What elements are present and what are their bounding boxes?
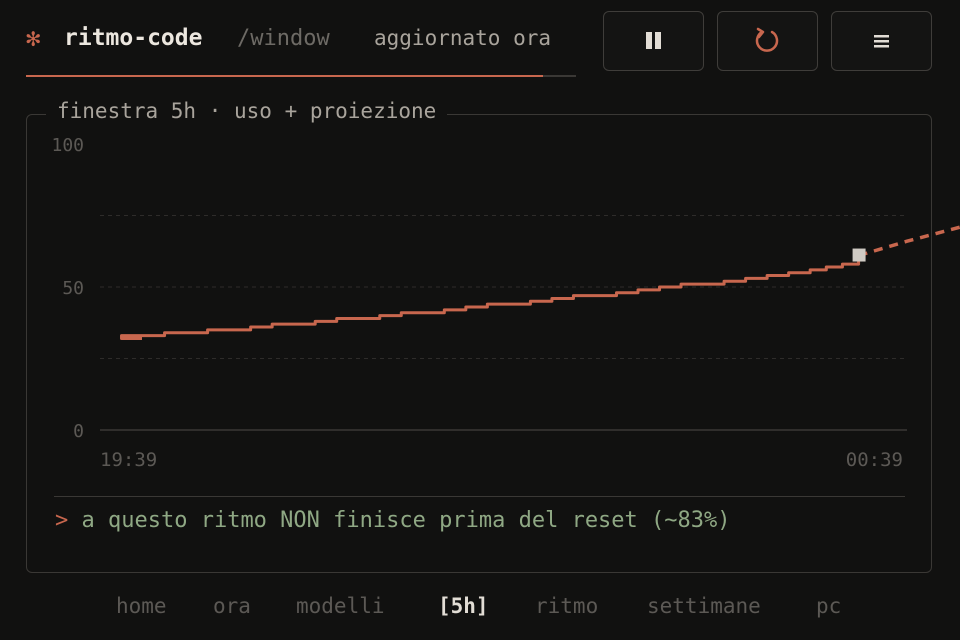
x-tick-label: 00:39 [846, 449, 903, 471]
x-tick-label: 19:39 [100, 449, 157, 471]
nav-item-5h[interactable]: [5h] [438, 594, 489, 618]
nav-item-settimane[interactable]: settimane [647, 594, 761, 618]
bottom-nav: home ora modelli [5h] ritmo settimane pc [0, 594, 960, 624]
y-tick-label: 100 [51, 135, 84, 156]
nav-item-home[interactable]: home [116, 594, 167, 618]
panel-divider [54, 496, 905, 497]
usage-chart: 100 50 0 19:39 00:39 [51, 135, 960, 471]
nav-item-ritmo[interactable]: ritmo [535, 594, 598, 618]
verdict-line: > a questo ritmo NON finisce prima del r… [55, 508, 731, 533]
usage-line [120, 255, 861, 340]
nav-item-modelli[interactable]: modelli [296, 594, 385, 618]
nav-item-pc[interactable]: pc [816, 594, 841, 618]
y-tick-label: 50 [62, 278, 84, 299]
verdict-prompt: > [55, 508, 69, 533]
verdict-text: a questo ritmo NON finisce prima del res… [81, 508, 731, 533]
nav-item-ora[interactable]: ora [213, 594, 251, 618]
projection-line [858, 225, 960, 258]
y-tick-label: 0 [73, 421, 84, 442]
current-usage-marker [852, 248, 866, 262]
